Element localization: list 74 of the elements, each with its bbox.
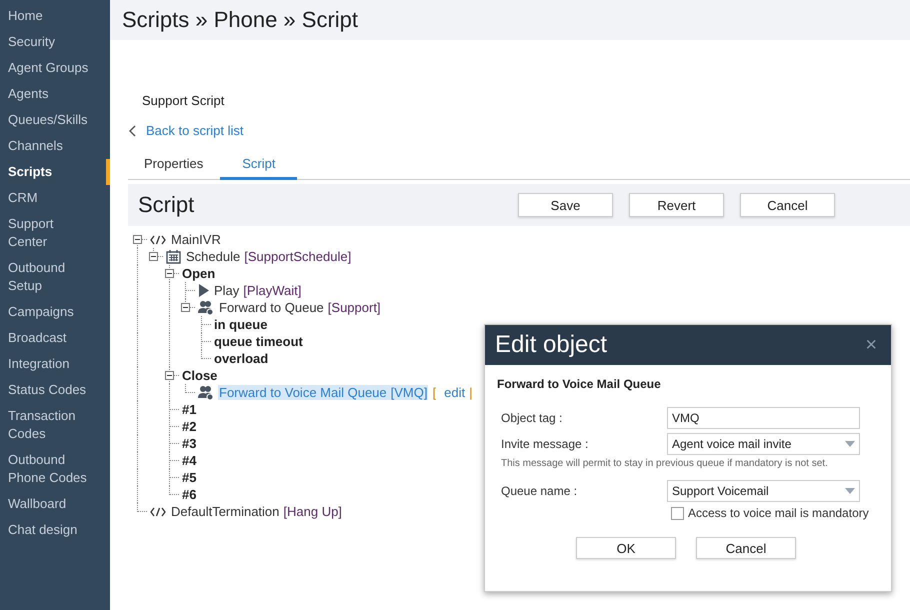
sidebar-item[interactable]: Security — [0, 29, 110, 55]
code-icon — [150, 506, 166, 516]
sidebar-item[interactable]: Outbound Setup — [0, 255, 110, 299]
tree-node-label[interactable]: in queue — [213, 317, 268, 332]
script-name: Support Script — [142, 93, 226, 108]
play-icon — [198, 284, 209, 297]
tree-node-label[interactable]: Schedule [SupportSchedule] — [185, 249, 352, 264]
tab[interactable]: Properties — [128, 156, 220, 179]
tree-node-label[interactable]: overload — [213, 351, 270, 366]
sidebar-item[interactable]: Wallboard — [0, 491, 110, 517]
toolbar-button[interactable]: Cancel — [740, 193, 835, 217]
tree-node-label[interactable]: Forward to Queue [Support] — [218, 300, 382, 315]
field-label: Queue name : — [500, 484, 578, 498]
collapse-icon[interactable] — [149, 252, 158, 261]
text-field[interactable]: VMQ — [667, 407, 860, 429]
tab[interactable]: Script — [220, 156, 298, 180]
sidebar-item[interactable]: Outbound Phone Codes — [0, 447, 110, 491]
sidebar-item[interactable]: Queues/Skills — [0, 107, 110, 133]
sidebar-item[interactable]: Support Center — [0, 211, 110, 255]
collapse-icon[interactable] — [165, 371, 174, 380]
sidebar-item[interactable]: Chat design — [0, 517, 110, 543]
dialog-button[interactable]: OK — [576, 537, 676, 559]
tree-node-label[interactable]: MainIVR — [170, 232, 222, 247]
tree-node-label[interactable]: #4 — [181, 453, 198, 468]
edit-link[interactable]: edit — [444, 385, 466, 400]
close-button[interactable]: × — [861, 334, 881, 356]
panel-title: Script — [138, 192, 196, 218]
hint-text: This message will permit to stay in previous queue if mandatory is not set. — [500, 457, 829, 470]
sidebar-item[interactable]: Channels — [0, 133, 110, 159]
tree-node-label[interactable]: #1 — [181, 402, 198, 417]
dialog-title: Edit object — [495, 331, 608, 359]
page-title: Scripts » Phone » Script — [122, 7, 358, 33]
tree-node-label[interactable]: #6 — [181, 487, 198, 502]
tree-node-label[interactable]: #3 — [181, 436, 198, 451]
tree-node-label[interactable]: DefaultTermination [Hang Up] — [170, 504, 343, 519]
sidebar-item[interactable]: Broadcast — [0, 325, 110, 351]
dialog-button[interactable]: Cancel — [696, 537, 796, 559]
tree-node-label[interactable]: Close — [181, 368, 218, 383]
people-icon — [198, 300, 214, 315]
calendar-icon — [166, 249, 181, 264]
field-label: Invite message : — [500, 437, 590, 451]
collapse-icon[interactable] — [181, 303, 190, 312]
code-icon — [150, 234, 166, 244]
sidebar-item[interactable]: Integration — [0, 351, 110, 377]
tree-node-label[interactable]: #5 — [181, 470, 198, 485]
field-label: Object tag : — [500, 411, 564, 425]
toolbar-button[interactable]: Save — [518, 193, 613, 217]
tree-node-label[interactable]: #2 — [181, 419, 198, 434]
bracket-text: [ — [432, 385, 436, 400]
sidebar-item[interactable]: CRM — [0, 185, 110, 211]
sidebar-item[interactable]: Agent Groups — [0, 55, 110, 81]
dropdown-arrow-icon — [845, 488, 855, 494]
sidebar-item[interactable]: Agents — [0, 81, 110, 107]
back-link[interactable]: Back to script list — [128, 123, 910, 138]
tree-node-label[interactable]: queue timeout — [213, 334, 304, 349]
checkbox-label: Access to voice mail is mandatory — [688, 506, 869, 520]
sidebar-item[interactable]: Transaction Codes — [0, 403, 110, 447]
people-icon — [198, 385, 214, 400]
separator-text: | — [469, 385, 472, 400]
tree-node-label[interactable]: Open — [181, 266, 216, 281]
tree-node-label[interactable]: Play [PlayWait] — [213, 283, 302, 298]
checkbox[interactable] — [671, 506, 684, 520]
sidebar-item[interactable]: Scripts — [0, 159, 110, 185]
dropdown[interactable]: Agent voice mail invite — [667, 433, 860, 455]
collapse-icon[interactable] — [165, 269, 174, 278]
sidebar-item[interactable]: Campaigns — [0, 299, 110, 325]
dropdown-arrow-icon — [845, 441, 855, 447]
sidebar-item[interactable]: Home — [0, 3, 110, 29]
sidebar-item[interactable]: Status Codes — [0, 377, 110, 403]
chevron-left-icon — [129, 124, 137, 136]
toolbar-button[interactable]: Revert — [629, 193, 724, 217]
collapse-icon[interactable] — [133, 235, 142, 244]
dropdown[interactable]: Support Voicemail — [667, 480, 860, 502]
dialog-subtitle: Forward to Voice Mail Queue — [497, 377, 662, 391]
